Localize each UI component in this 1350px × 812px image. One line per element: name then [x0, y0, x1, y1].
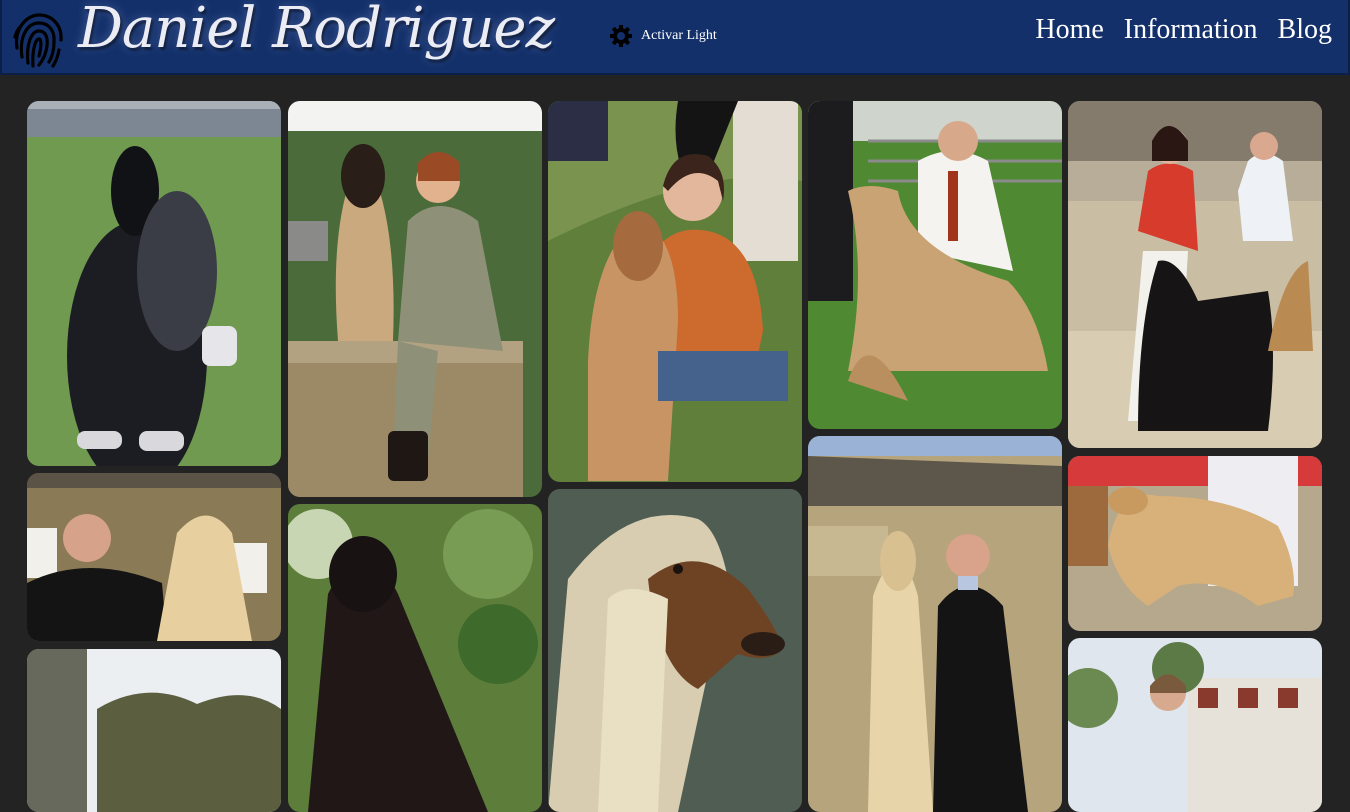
- gallery-photo[interactable]: [1068, 638, 1322, 812]
- nav-information[interactable]: Information: [1124, 14, 1258, 46]
- gallery-photo[interactable]: [288, 504, 542, 812]
- fingerprint-icon[interactable]: [11, 10, 65, 70]
- main-nav: Home Information Blog: [1035, 14, 1332, 46]
- gallery-photo[interactable]: [27, 101, 281, 466]
- man-with-cream-hound-cottage-photo: [808, 436, 1062, 812]
- outdoor-tree-photo: [27, 649, 281, 812]
- woman-hugging-hound-photo: [548, 101, 802, 482]
- gear-icon[interactable]: [609, 24, 633, 48]
- gallery-photo[interactable]: [27, 473, 281, 641]
- black-afghan-hound-photo: [27, 101, 281, 466]
- theme-toggle[interactable]: Activar Light: [609, 23, 717, 49]
- woman-red-jacket-black-hound-photo: [1068, 101, 1322, 448]
- black-hound-garden-photo: [288, 504, 542, 812]
- nav-blog[interactable]: Blog: [1278, 14, 1332, 46]
- hound-closeup-photo: [548, 489, 802, 812]
- gallery-photo[interactable]: [548, 101, 802, 482]
- golden-hound-show-ring-photo: [1068, 456, 1322, 631]
- gallery-photo[interactable]: [808, 436, 1062, 812]
- gallery-photo[interactable]: [548, 489, 802, 812]
- gallery-photo[interactable]: [1068, 456, 1322, 631]
- woman-with-hound-on-wall-photo: [288, 101, 542, 497]
- man-with-hound-cottage-photo: [27, 473, 281, 641]
- theme-toggle-label: Activar Light: [641, 28, 717, 43]
- site-header: Daniel Rodriguez Activar Light Home Info…: [0, 0, 1350, 75]
- gallery-photo[interactable]: [1068, 101, 1322, 448]
- woman-near-buildings-photo: [1068, 638, 1322, 812]
- man-stacking-hound-photo: [808, 101, 1062, 429]
- gallery-photo[interactable]: [288, 101, 542, 497]
- gallery-photo[interactable]: [27, 649, 281, 812]
- gallery-photo[interactable]: [808, 101, 1062, 429]
- nav-home[interactable]: Home: [1035, 14, 1103, 46]
- site-title[interactable]: Daniel Rodriguez: [78, 0, 555, 61]
